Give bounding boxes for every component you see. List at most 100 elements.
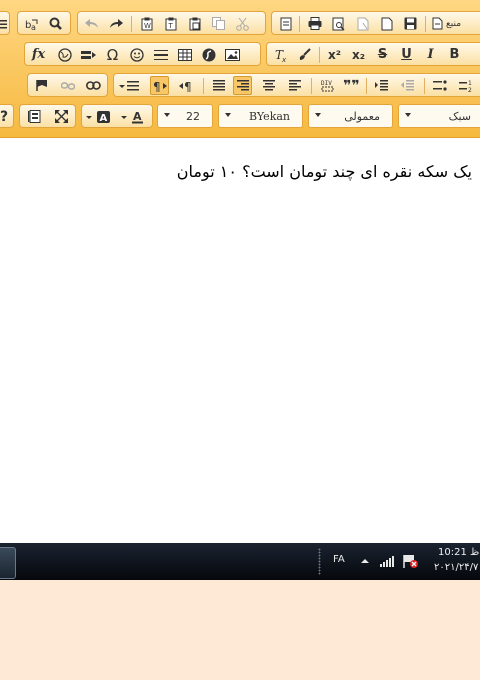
outdent-button[interactable] [398,76,417,95]
separator [425,16,426,32]
replace-icon: ba [25,19,37,31]
replace-button[interactable]: ba [22,14,41,33]
toolbar-group-document: منبع [271,11,480,35]
bold-button[interactable]: B [445,45,464,64]
font-value: BYekan [248,110,290,123]
preview-button[interactable] [329,14,348,33]
underline-button[interactable]: U [397,45,416,64]
editor-content-area[interactable]: یک سکه نقره ای چند تومان است؟ ۱۰ تومان [0,138,480,543]
search-icon [49,17,62,30]
templates-button[interactable] [276,14,295,33]
image-button[interactable] [223,45,242,64]
cut-button[interactable] [233,14,252,33]
toolbar-group-insert: fx Ω [24,42,261,66]
strikethrough-icon: S [377,47,388,62]
brush-icon [299,48,311,60]
table-button[interactable] [175,45,194,64]
video-icon [80,50,96,59]
text-color-button[interactable]: A [119,107,151,126]
toolbar-group-clipboard: W T [77,11,266,35]
language-dropdown-button[interactable] [116,76,141,95]
redo-button[interactable] [106,14,125,33]
bulleted-list-button[interactable] [430,76,449,95]
justify-button[interactable] [209,76,228,95]
remove-format-button[interactable]: Tx [271,45,290,64]
taskbar-app-button[interactable] [0,547,16,579]
svg-text:¶: ¶ [184,80,192,92]
show-blocks-button[interactable] [25,107,44,126]
action-center-flag-icon[interactable] [403,554,419,569]
taskbar: FA 10:21 ب.ظ ۲۰۲۱/۲۴/۷ [0,543,480,580]
format-value: معمولی [344,110,380,123]
align-right-button[interactable] [233,76,252,95]
redo-icon [109,18,123,28]
paragraph-ltr-icon: ¶ [178,80,192,92]
indent-button[interactable] [372,76,391,95]
find-button[interactable] [46,14,65,33]
style-select[interactable]: سبک [398,104,480,128]
special-char-button[interactable]: Ω [103,45,122,64]
toolbar-group-basicstyles: Tx x² x₂ S U I B [266,42,480,66]
horizontal-rule-icon [153,49,168,60]
new-page-button[interactable] [353,14,372,33]
copy-button[interactable] [209,14,228,33]
print-button[interactable] [305,14,324,33]
superscript-button[interactable]: x² [325,45,344,64]
undo-button[interactable] [82,14,101,33]
copy-icon [212,17,225,30]
preview-icon [332,17,345,31]
svg-text:¶: ¶ [153,80,161,92]
paste-text-button[interactable]: T [161,14,180,33]
justify-icon[interactable] [0,14,7,33]
toolbar-row-2: fx Ω T x x² x₂ S U I B [0,42,480,68]
tray-grip [318,548,321,575]
font-size-select[interactable]: 22 [157,104,213,128]
signal-icon[interactable] [380,555,396,567]
ltr-button[interactable]: ¶ [176,76,195,95]
video-button[interactable] [79,45,98,64]
svg-text:W: W [144,22,151,30]
align-left-button[interactable] [285,76,304,95]
font-select[interactable]: BYekan [218,104,303,128]
formula-button[interactable]: fx [29,45,48,64]
clock-time[interactable]: 10:21 ب.ظ [438,547,480,558]
strikethrough-button[interactable]: S [373,45,392,64]
italic-button[interactable]: I [421,45,440,64]
source-button[interactable]: منبع [432,14,480,33]
paste-text-icon: T [165,17,176,30]
separator [366,78,367,94]
paste-word-button[interactable]: W [137,14,156,33]
font-size-value: 22 [186,110,200,123]
save-button[interactable] [401,14,420,33]
show-hidden-icons-icon[interactable] [361,558,369,564]
format-select[interactable]: معمولی [308,104,393,128]
svg-text:2: 2 [468,87,472,92]
subscript-button[interactable]: x₂ [349,45,368,64]
paste-word-icon: W [141,17,152,30]
help-icon: ? [0,108,9,125]
maximize-button[interactable] [52,107,71,126]
horizontal-rule-button[interactable] [151,45,170,64]
globe-icon [57,47,72,62]
link-icon [86,81,101,90]
background-color-button[interactable]: A [84,107,116,126]
align-center-button[interactable] [259,76,278,95]
create-div-button[interactable]: DIV [318,76,337,95]
blank-page-button[interactable] [377,14,396,33]
svg-text:DIV: DIV [321,80,332,87]
unlink-button[interactable] [58,76,77,95]
rtl-button[interactable]: ¶ [150,76,169,95]
clock-date[interactable]: ۲۰۲۱/۲۴/۷ [434,562,478,573]
paste-button[interactable] [185,14,204,33]
smiley-button[interactable] [127,45,146,64]
editor-paragraph[interactable]: یک سکه نقره ای چند تومان است؟ ۱۰ تومان [177,162,472,181]
language-indicator[interactable]: FA [333,554,345,565]
flash-button[interactable] [199,45,218,64]
anchor-button[interactable] [32,76,51,95]
link-globe-button[interactable] [55,45,74,64]
link-button[interactable] [84,76,103,95]
blockquote-button[interactable]: ❞❞ [342,76,361,95]
copy-format-button[interactable] [295,45,314,64]
numbered-list-button[interactable]: 12 [456,76,475,95]
help-button[interactable]: ? [0,107,11,126]
